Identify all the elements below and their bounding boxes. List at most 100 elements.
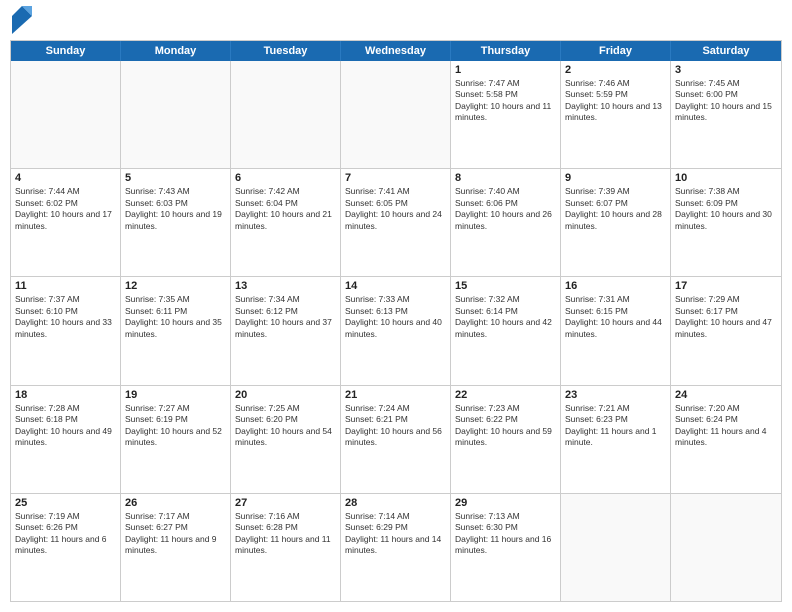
header bbox=[10, 10, 782, 34]
day-number-7: 7 bbox=[345, 172, 446, 184]
day-info-4: Sunrise: 7:44 AM Sunset: 6:02 PM Dayligh… bbox=[15, 186, 116, 232]
cal-row-4: 25Sunrise: 7:19 AM Sunset: 6:26 PM Dayli… bbox=[11, 494, 781, 601]
header-thursday: Thursday bbox=[451, 41, 561, 61]
day-number-22: 22 bbox=[455, 389, 556, 401]
day-number-25: 25 bbox=[15, 497, 116, 509]
cal-cell-r2-c2: 13 Sunrise: 7:34 AM Sunset: 6:12 PM Dayli… bbox=[231, 277, 341, 384]
cal-row-1: 4 Sunrise: 7:44 AM Sunset: 6:02 PM Daylig… bbox=[11, 169, 781, 277]
day-info-9: Sunrise: 7:39 AM Sunset: 6:07 PM Dayligh… bbox=[565, 186, 666, 232]
day-number-4: 4 bbox=[15, 172, 116, 184]
cal-cell-r1-c0: 4 Sunrise: 7:44 AM Sunset: 6:02 PM Daylig… bbox=[11, 169, 121, 276]
day-number-5: 5 bbox=[125, 172, 226, 184]
cal-cell-r1-c1: 5 Sunrise: 7:43 AM Sunset: 6:03 PM Daylig… bbox=[121, 169, 231, 276]
header-wednesday: Wednesday bbox=[341, 41, 451, 61]
day-number-28: 28 bbox=[345, 497, 446, 509]
header-saturday: Saturday bbox=[671, 41, 781, 61]
cal-cell-r2-c4: 15 Sunrise: 7:32 AM Sunset: 6:14 PM Dayli… bbox=[451, 277, 561, 384]
day-number-14: 14 bbox=[345, 280, 446, 292]
cal-row-0: 1 Sunrise: 7:47 AM Sunset: 5:58 PM Daylig… bbox=[11, 61, 781, 169]
day-number-29: 29 bbox=[455, 497, 556, 509]
cal-cell-r3-c5: 23 Sunrise: 7:21 AM Sunset: 6:23 PM Dayli… bbox=[561, 386, 671, 493]
cal-cell-r2-c1: 12Sunrise: 7:35 AM Sunset: 6:11 PM Dayli… bbox=[121, 277, 231, 384]
day-info-8: Sunrise: 7:40 AM Sunset: 6:06 PM Dayligh… bbox=[455, 186, 556, 232]
day-info-29: Sunrise: 7:13 AM Sunset: 6:30 PM Dayligh… bbox=[455, 511, 556, 557]
cal-cell-r0-c4: 1 Sunrise: 7:47 AM Sunset: 5:58 PM Daylig… bbox=[451, 61, 561, 168]
day-number-15: 15 bbox=[455, 280, 556, 292]
day-info-12: Sunrise: 7:35 AM Sunset: 6:11 PM Dayligh… bbox=[125, 294, 226, 340]
day-info-10: Sunrise: 7:38 AM Sunset: 6:09 PM Dayligh… bbox=[675, 186, 777, 232]
cal-cell-r4-c5 bbox=[561, 494, 671, 601]
cal-cell-r4-c6 bbox=[671, 494, 781, 601]
day-info-15: Sunrise: 7:32 AM Sunset: 6:14 PM Dayligh… bbox=[455, 294, 556, 340]
cal-cell-r0-c6: 3 Sunrise: 7:45 AM Sunset: 6:00 PM Daylig… bbox=[671, 61, 781, 168]
day-info-21: Sunrise: 7:24 AM Sunset: 6:21 PM Dayligh… bbox=[345, 403, 446, 449]
day-number-27: 27 bbox=[235, 497, 336, 509]
cal-cell-r4-c2: 27 Sunrise: 7:16 AM Sunset: 6:28 PM Dayli… bbox=[231, 494, 341, 601]
day-info-26: Sunrise: 7:17 AM Sunset: 6:27 PM Dayligh… bbox=[125, 511, 226, 557]
day-number-18: 18 bbox=[15, 389, 116, 401]
day-number-3: 3 bbox=[675, 64, 777, 76]
calendar-header-row: Sunday Monday Tuesday Wednesday Thursday… bbox=[11, 41, 781, 61]
logo-icon bbox=[12, 6, 32, 34]
cal-cell-r3-c3: 21 Sunrise: 7:24 AM Sunset: 6:21 PM Dayli… bbox=[341, 386, 451, 493]
cal-row-3: 18 Sunrise: 7:28 AM Sunset: 6:18 PM Dayli… bbox=[11, 386, 781, 494]
header-friday: Friday bbox=[561, 41, 671, 61]
cal-cell-r2-c6: 17Sunrise: 7:29 AM Sunset: 6:17 PM Dayli… bbox=[671, 277, 781, 384]
cal-cell-r3-c6: 24 Sunrise: 7:20 AM Sunset: 6:24 PM Dayli… bbox=[671, 386, 781, 493]
day-info-13: Sunrise: 7:34 AM Sunset: 6:12 PM Dayligh… bbox=[235, 294, 336, 340]
cal-cell-r2-c3: 14 Sunrise: 7:33 AM Sunset: 6:13 PM Dayli… bbox=[341, 277, 451, 384]
day-number-13: 13 bbox=[235, 280, 336, 292]
calendar-body: 1 Sunrise: 7:47 AM Sunset: 5:58 PM Daylig… bbox=[11, 61, 781, 601]
cal-cell-r2-c5: 16 Sunrise: 7:31 AM Sunset: 6:15 PM Dayli… bbox=[561, 277, 671, 384]
day-info-19: Sunrise: 7:27 AM Sunset: 6:19 PM Dayligh… bbox=[125, 403, 226, 449]
day-info-22: Sunrise: 7:23 AM Sunset: 6:22 PM Dayligh… bbox=[455, 403, 556, 449]
day-info-16: Sunrise: 7:31 AM Sunset: 6:15 PM Dayligh… bbox=[565, 294, 666, 340]
day-info-24: Sunrise: 7:20 AM Sunset: 6:24 PM Dayligh… bbox=[675, 403, 777, 449]
day-info-2: Sunrise: 7:46 AM Sunset: 5:59 PM Dayligh… bbox=[565, 78, 666, 124]
day-number-1: 1 bbox=[455, 64, 556, 76]
day-number-24: 24 bbox=[675, 389, 777, 401]
page: Sunday Monday Tuesday Wednesday Thursday… bbox=[0, 0, 792, 612]
day-info-27: Sunrise: 7:16 AM Sunset: 6:28 PM Dayligh… bbox=[235, 511, 336, 557]
cal-cell-r0-c5: 2 Sunrise: 7:46 AM Sunset: 5:59 PM Daylig… bbox=[561, 61, 671, 168]
day-number-23: 23 bbox=[565, 389, 666, 401]
cal-cell-r0-c1 bbox=[121, 61, 231, 168]
day-number-17: 17 bbox=[675, 280, 777, 292]
day-number-9: 9 bbox=[565, 172, 666, 184]
cal-cell-r0-c2 bbox=[231, 61, 341, 168]
cal-cell-r3-c4: 22 Sunrise: 7:23 AM Sunset: 6:22 PM Dayli… bbox=[451, 386, 561, 493]
day-number-2: 2 bbox=[565, 64, 666, 76]
day-info-6: Sunrise: 7:42 AM Sunset: 6:04 PM Dayligh… bbox=[235, 186, 336, 232]
header-tuesday: Tuesday bbox=[231, 41, 341, 61]
cal-cell-r2-c0: 11 Sunrise: 7:37 AM Sunset: 6:10 PM Dayli… bbox=[11, 277, 121, 384]
cal-cell-r1-c2: 6Sunrise: 7:42 AM Sunset: 6:04 PM Daylig… bbox=[231, 169, 341, 276]
cal-row-2: 11 Sunrise: 7:37 AM Sunset: 6:10 PM Dayli… bbox=[11, 277, 781, 385]
cal-cell-r3-c0: 18 Sunrise: 7:28 AM Sunset: 6:18 PM Dayli… bbox=[11, 386, 121, 493]
day-info-28: Sunrise: 7:14 AM Sunset: 6:29 PM Dayligh… bbox=[345, 511, 446, 557]
header-sunday: Sunday bbox=[11, 41, 121, 61]
header-monday: Monday bbox=[121, 41, 231, 61]
cal-cell-r3-c2: 20 Sunrise: 7:25 AM Sunset: 6:20 PM Dayli… bbox=[231, 386, 341, 493]
day-info-20: Sunrise: 7:25 AM Sunset: 6:20 PM Dayligh… bbox=[235, 403, 336, 449]
day-number-11: 11 bbox=[15, 280, 116, 292]
cal-cell-r4-c3: 28 Sunrise: 7:14 AM Sunset: 6:29 PM Dayli… bbox=[341, 494, 451, 601]
logo bbox=[10, 10, 32, 34]
day-info-23: Sunrise: 7:21 AM Sunset: 6:23 PM Dayligh… bbox=[565, 403, 666, 449]
day-number-16: 16 bbox=[565, 280, 666, 292]
day-number-8: 8 bbox=[455, 172, 556, 184]
cal-cell-r1-c6: 10Sunrise: 7:38 AM Sunset: 6:09 PM Dayli… bbox=[671, 169, 781, 276]
day-info-5: Sunrise: 7:43 AM Sunset: 6:03 PM Dayligh… bbox=[125, 186, 226, 232]
day-info-1: Sunrise: 7:47 AM Sunset: 5:58 PM Dayligh… bbox=[455, 78, 556, 124]
day-info-3: Sunrise: 7:45 AM Sunset: 6:00 PM Dayligh… bbox=[675, 78, 777, 124]
day-info-18: Sunrise: 7:28 AM Sunset: 6:18 PM Dayligh… bbox=[15, 403, 116, 449]
day-info-11: Sunrise: 7:37 AM Sunset: 6:10 PM Dayligh… bbox=[15, 294, 116, 340]
cal-cell-r4-c4: 29 Sunrise: 7:13 AM Sunset: 6:30 PM Dayli… bbox=[451, 494, 561, 601]
cal-cell-r4-c0: 25Sunrise: 7:19 AM Sunset: 6:26 PM Dayli… bbox=[11, 494, 121, 601]
day-number-19: 19 bbox=[125, 389, 226, 401]
cal-cell-r4-c1: 26Sunrise: 7:17 AM Sunset: 6:27 PM Dayli… bbox=[121, 494, 231, 601]
cal-cell-r1-c3: 7 Sunrise: 7:41 AM Sunset: 6:05 PM Daylig… bbox=[341, 169, 451, 276]
day-number-21: 21 bbox=[345, 389, 446, 401]
day-number-20: 20 bbox=[235, 389, 336, 401]
day-info-14: Sunrise: 7:33 AM Sunset: 6:13 PM Dayligh… bbox=[345, 294, 446, 340]
day-info-7: Sunrise: 7:41 AM Sunset: 6:05 PM Dayligh… bbox=[345, 186, 446, 232]
